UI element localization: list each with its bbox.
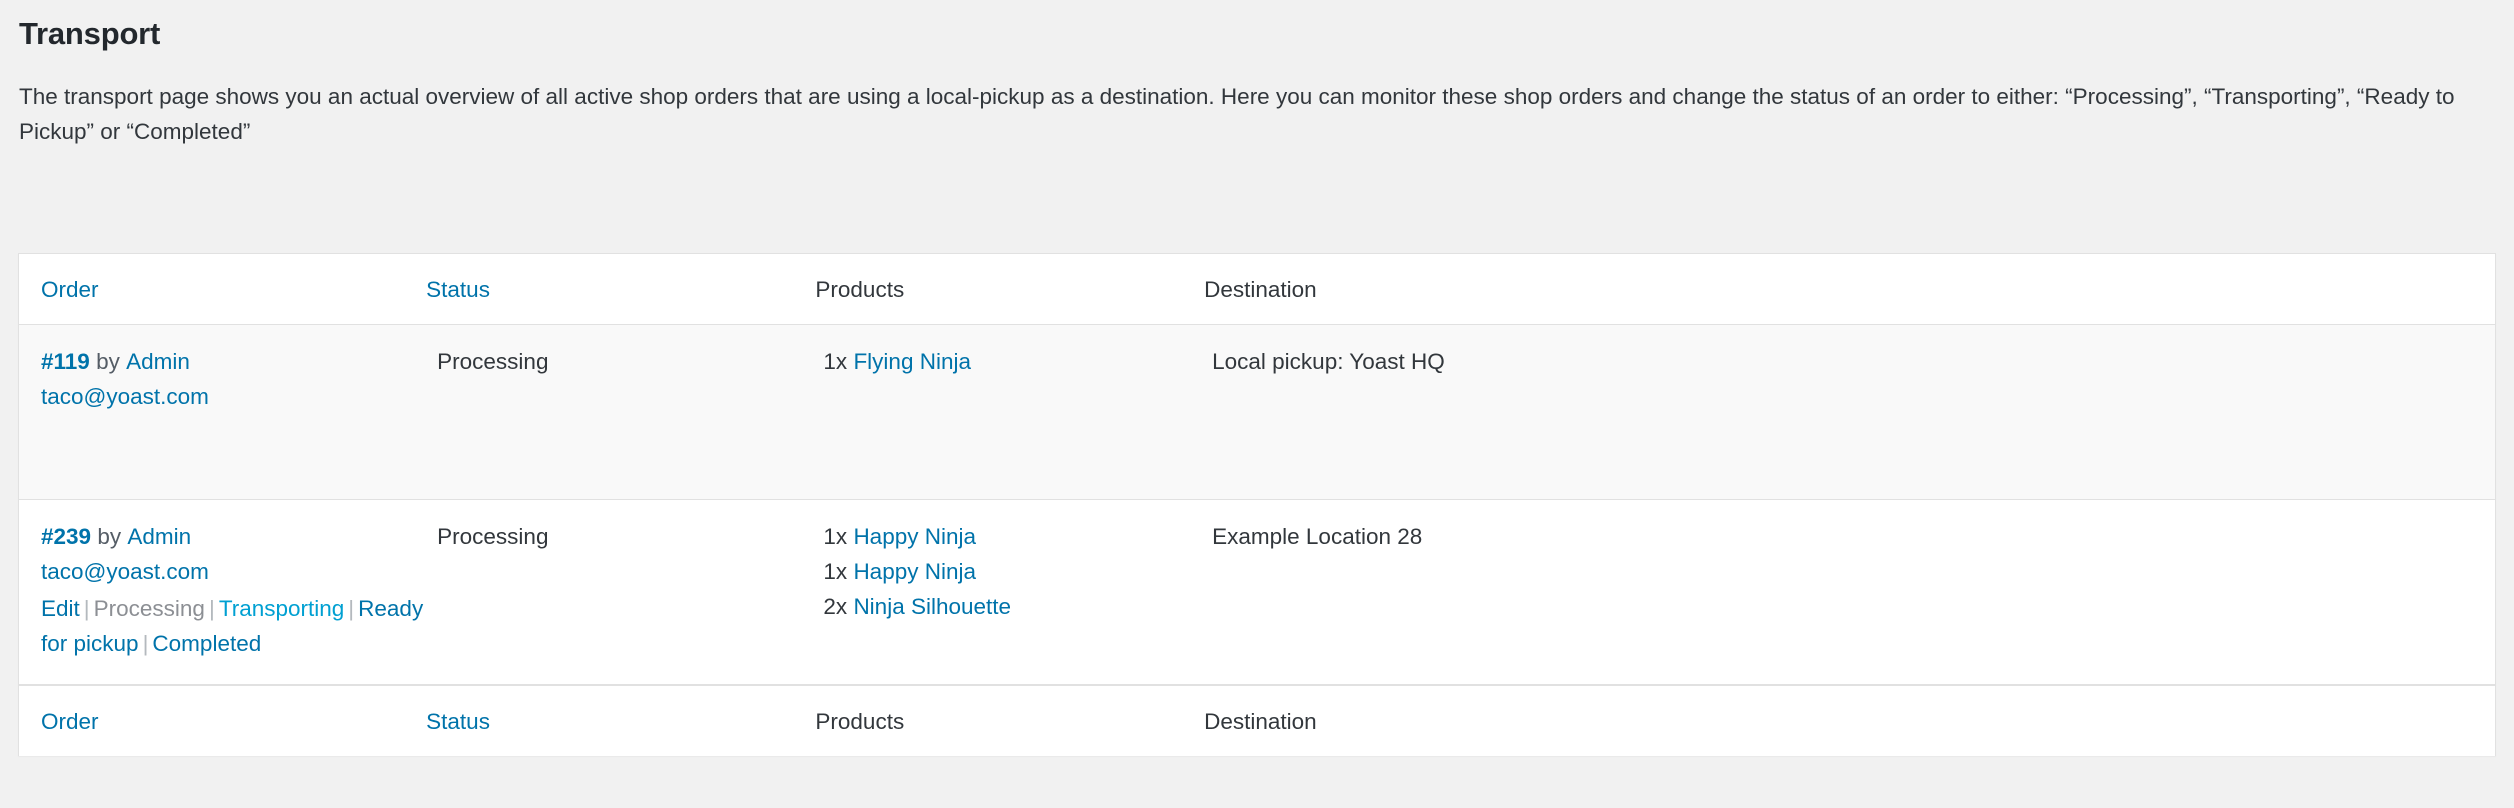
cell-order: #119 by Admin taco@yoast.com	[19, 325, 415, 500]
order-title-line: #239 by Admin	[41, 520, 399, 555]
table-body: #119 by Admin taco@yoast.com Processing …	[19, 325, 2495, 685]
order-email-link[interactable]: taco@yoast.com	[41, 555, 209, 590]
product-quantity: 1x	[823, 559, 847, 584]
action-separator: |	[205, 596, 219, 621]
column-header-order[interactable]: Order	[19, 254, 415, 325]
action-separator: |	[139, 631, 153, 656]
column-footer-order-link[interactable]: Order	[41, 709, 99, 734]
product-name-link[interactable]: Happy Ninja	[853, 524, 976, 549]
cell-status: Processing	[415, 325, 801, 500]
table-foot: Order Status Products Destination	[19, 685, 2495, 756]
product-name-link[interactable]: Happy Ninja	[853, 559, 976, 584]
table-row: #239 by Admin taco@yoast.com Edit|Proces…	[19, 500, 2495, 685]
column-header-destination: Destination	[1190, 254, 2495, 325]
order-status-text: Processing	[437, 349, 548, 374]
column-footer-status[interactable]: Status	[415, 685, 801, 756]
product-line: 2x Ninja Silhouette	[823, 590, 1174, 625]
product-name-link[interactable]: Ninja Silhouette	[853, 594, 1011, 619]
page-title: Transport	[18, 0, 2496, 54]
action-transporting-link[interactable]: Transporting	[219, 596, 344, 621]
cell-order: #239 by Admin taco@yoast.com Edit|Proces…	[19, 500, 415, 685]
transport-orders-table: Order Status Products Destination #119 b…	[18, 253, 2496, 756]
order-by-label: by	[97, 524, 121, 549]
product-name-link[interactable]: Flying Ninja	[853, 349, 971, 374]
order-title-line: #119 by Admin	[41, 345, 399, 380]
action-processing-current: Processing	[94, 596, 205, 621]
column-header-status[interactable]: Status	[415, 254, 801, 325]
order-destination-text: Example Location 28	[1212, 524, 1422, 549]
product-line: 1x Flying Ninja	[823, 345, 1174, 380]
column-footer-products: Products	[801, 685, 1190, 756]
order-author-link[interactable]: Admin	[126, 349, 190, 374]
table-head: Order Status Products Destination	[19, 254, 2495, 325]
cell-destination: Local pickup: Yoast HQ	[1190, 325, 2495, 500]
table-row: #119 by Admin taco@yoast.com Processing …	[19, 325, 2495, 500]
order-destination-text: Local pickup: Yoast HQ	[1212, 349, 1445, 374]
action-completed-link[interactable]: Completed	[152, 631, 261, 656]
cell-products: 1x Flying Ninja	[801, 325, 1190, 500]
action-separator: |	[344, 596, 358, 621]
transport-page: Transport The transport page shows you a…	[0, 0, 2514, 808]
row-actions: Edit|Processing|Transporting|Ready for p…	[41, 592, 399, 662]
order-number-link[interactable]: #239	[41, 524, 91, 549]
product-line: 1x Happy Ninja	[823, 520, 1174, 555]
column-footer-destination: Destination	[1190, 685, 2495, 756]
product-line: 1x Happy Ninja	[823, 555, 1174, 590]
cell-destination: Example Location 28	[1190, 500, 2495, 685]
product-quantity: 1x	[823, 524, 847, 549]
order-author-link[interactable]: Admin	[127, 524, 191, 549]
page-description: The transport page shows you an actual o…	[18, 54, 2481, 150]
cell-products: 1x Happy Ninja 1x Happy Ninja 2x Ninja S…	[801, 500, 1190, 685]
column-header-products: Products	[801, 254, 1190, 325]
order-status-text: Processing	[437, 524, 548, 549]
column-header-order-link[interactable]: Order	[41, 277, 99, 302]
order-email-link[interactable]: taco@yoast.com	[41, 380, 209, 415]
cell-status: Processing	[415, 500, 801, 685]
table-footer-row: Order Status Products Destination	[19, 685, 2495, 756]
column-header-status-link[interactable]: Status	[426, 277, 490, 302]
order-number-link[interactable]: #119	[41, 349, 90, 374]
product-quantity: 1x	[823, 349, 847, 374]
order-by-label: by	[96, 349, 120, 374]
column-footer-order[interactable]: Order	[19, 685, 415, 756]
table-header-row: Order Status Products Destination	[19, 254, 2495, 325]
column-footer-status-link[interactable]: Status	[426, 709, 490, 734]
action-separator: |	[80, 596, 94, 621]
product-quantity: 2x	[823, 594, 847, 619]
action-edit-link[interactable]: Edit	[41, 596, 80, 621]
